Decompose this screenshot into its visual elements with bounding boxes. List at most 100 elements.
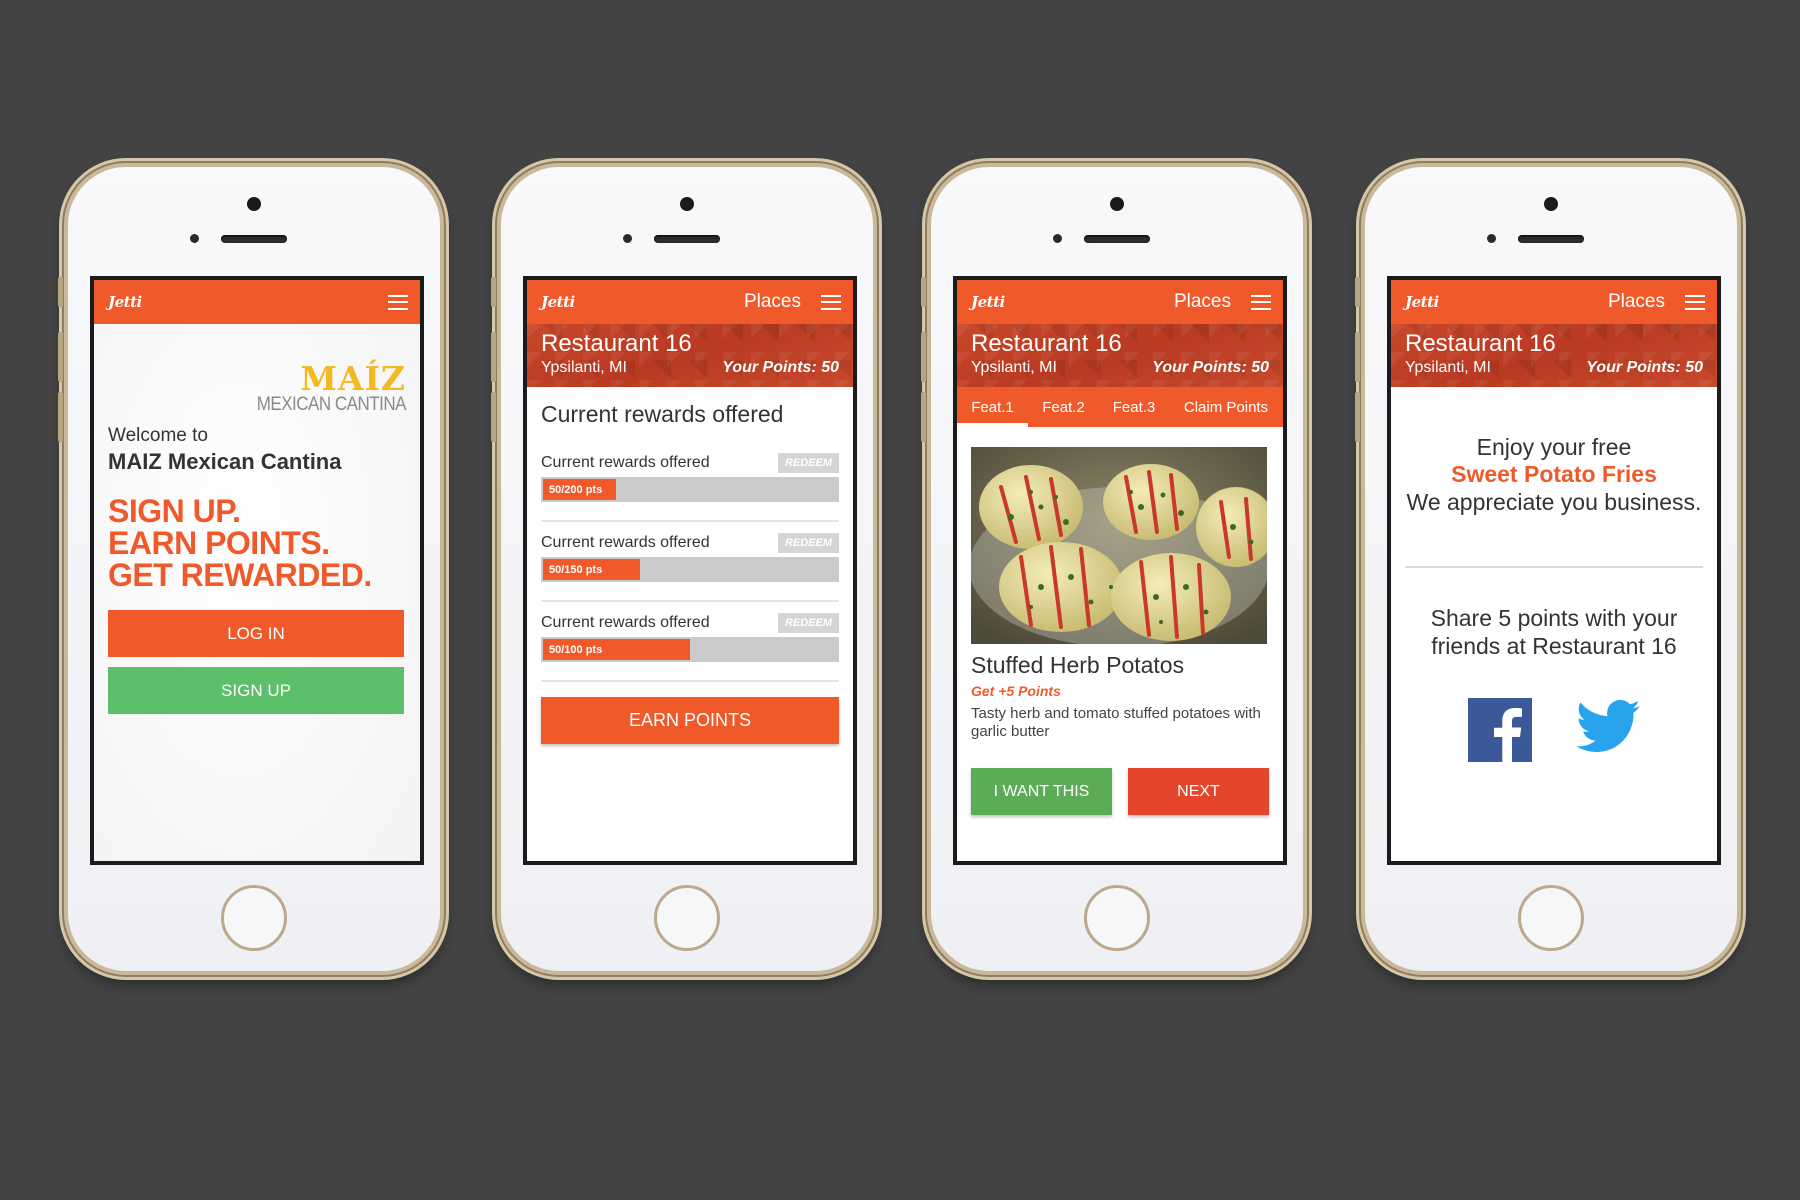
twitter-icon[interactable] <box>1576 698 1640 767</box>
redeem-button[interactable]: REDEEM <box>777 613 839 633</box>
reward-progress-bar: 50/200 pts <box>541 477 839 502</box>
hamburger-icon[interactable] <box>1685 294 1705 310</box>
phone-rewards: Jetti Places Restaurant 16 Ypsilanti, MI… <box>491 163 877 975</box>
restaurant-name: Restaurant 16 <box>1405 330 1556 357</box>
tab-feat-3[interactable]: Feat.3 <box>1099 387 1169 427</box>
restaurant-name: Restaurant 16 <box>971 330 1122 357</box>
dish-points: Get +5 Points <box>971 683 1061 699</box>
reward-item: Current rewards offered REDEEM 50/150 pt… <box>541 522 839 602</box>
reward-progress-fill: 50/200 pts <box>543 479 616 500</box>
screen-feature: Jetti Places Restaurant 16 Ypsilanti, MI… <box>953 276 1287 865</box>
dish-description: Tasty herb and tomato stuffed potatoes w… <box>971 705 1261 740</box>
home-button[interactable] <box>1518 885 1584 951</box>
slogan: SIGN UP. EARN POINTS. GET REWARDED. <box>108 495 372 591</box>
front-camera <box>680 197 694 211</box>
phone-feature: Jetti Places Restaurant 16 Ypsilanti, MI… <box>921 163 1307 975</box>
earpiece-speaker <box>1518 235 1584 243</box>
feature-body: Stuffed Herb Potatos Get +5 Points Tasty… <box>957 427 1283 815</box>
places-link[interactable]: Places <box>1174 291 1231 313</box>
earpiece-speaker <box>221 235 287 243</box>
screen-rewards: Jetti Places Restaurant 16 Ypsilanti, MI… <box>523 276 857 865</box>
thanks-line: We appreciate you business. <box>1406 489 1702 515</box>
earn-points-button[interactable]: EARN POINTS <box>541 697 839 744</box>
earpiece-speaker <box>1084 235 1150 243</box>
places-link[interactable]: Places <box>1608 291 1665 313</box>
redeem-button[interactable]: REDEEM <box>777 453 839 473</box>
jetti-logo[interactable]: Jetti <box>1405 293 1439 311</box>
welcome-line: Welcome to <box>108 425 208 446</box>
welcome-restaurant-name: MAIZ Mexican Cantina <box>108 449 342 474</box>
restaurant-logo-main: MAÍZ <box>300 359 406 398</box>
proximity-sensor <box>1053 234 1062 243</box>
restaurant-name: Restaurant 16 <box>541 330 692 357</box>
signup-button[interactable]: SIGN UP <box>108 667 404 714</box>
reward-progress-fill: 50/150 pts <box>543 559 641 580</box>
claim-body: Enjoy your free Sweet Potato Fries We ap… <box>1391 387 1717 767</box>
hamburger-icon[interactable] <box>1251 294 1271 310</box>
restaurant-header: Restaurant 16 Ypsilanti, MI Your Points:… <box>1391 324 1717 387</box>
front-camera <box>1544 197 1558 211</box>
reward-item: Current rewards offered REDEEM 50/200 pt… <box>541 442 839 522</box>
reward-progress-fill: 50/100 pts <box>543 639 690 660</box>
jetti-logo[interactable]: Jetti <box>108 293 142 311</box>
points-label: Your Points: 50 <box>1586 359 1703 376</box>
feature-tabs: Feat.1 Feat.2 Feat.3 Claim Points <box>957 387 1283 427</box>
tab-claim-points[interactable]: Claim Points <box>1169 387 1283 427</box>
rewards-body: Current rewards offered Current rewards … <box>527 387 853 744</box>
slogan-line: GET REWARDED. <box>108 557 372 593</box>
top-bar: Jetti Places <box>1391 280 1717 324</box>
i-want-this-button[interactable]: I WANT THIS <box>971 768 1112 815</box>
phone-login: Jetti MAÍZ MEXICAN CANTINA Welcome to MA… <box>58 163 444 975</box>
login-body: MAÍZ MEXICAN CANTINA Welcome to MAIZ Mex… <box>94 324 420 861</box>
hamburger-icon[interactable] <box>388 294 408 310</box>
proximity-sensor <box>190 234 199 243</box>
reward-progress-bar: 50/100 pts <box>541 637 839 662</box>
front-camera <box>1110 197 1124 211</box>
tab-feat-2[interactable]: Feat.2 <box>1028 387 1099 427</box>
slogan-line: EARN POINTS. <box>108 525 330 561</box>
welcome-text: Welcome to MAIZ Mexican Cantina <box>108 423 341 477</box>
facebook-icon[interactable] <box>1468 698 1532 767</box>
home-button[interactable] <box>221 885 287 951</box>
restaurant-header: Restaurant 16 Ypsilanti, MI Your Points:… <box>527 324 853 387</box>
proximity-sensor <box>1487 234 1496 243</box>
restaurant-header: Restaurant 16 Ypsilanti, MI Your Points:… <box>957 324 1283 387</box>
login-button[interactable]: LOG IN <box>108 610 404 657</box>
home-button[interactable] <box>654 885 720 951</box>
reward-item: Current rewards offered REDEEM 50/100 pt… <box>541 602 839 682</box>
earpiece-speaker <box>654 235 720 243</box>
slogan-line: SIGN UP. <box>108 493 241 529</box>
dish-photo <box>971 447 1267 644</box>
enjoy-line: Enjoy your free <box>1476 434 1632 460</box>
phone-claim: Jetti Places Restaurant 16 Ypsilanti, MI… <box>1355 163 1741 975</box>
dish-title: Stuffed Herb Potatos <box>971 652 1185 678</box>
top-bar: Jetti Places <box>527 280 853 324</box>
restaurant-location: Ypsilanti, MI <box>541 359 627 376</box>
screen-claim: Jetti Places Restaurant 16 Ypsilanti, MI… <box>1387 276 1721 865</box>
reward-label: Current rewards offered <box>541 614 710 631</box>
social-share <box>1405 698 1703 767</box>
points-label: Your Points: 50 <box>722 359 839 376</box>
reward-label: Current rewards offered <box>541 534 710 551</box>
reward-progress-bar: 50/150 pts <box>541 557 839 582</box>
points-label: Your Points: 50 <box>1152 359 1269 376</box>
restaurant-logo-sub: MEXICAN CANTINA <box>256 392 407 415</box>
restaurant-location: Ypsilanti, MI <box>1405 359 1491 376</box>
proximity-sensor <box>623 234 632 243</box>
places-link[interactable]: Places <box>744 291 801 313</box>
next-button[interactable]: NEXT <box>1128 768 1269 815</box>
restaurant-logo: MAÍZ MEXICAN CANTINA <box>256 359 407 415</box>
share-line: Share 5 points with your <box>1430 605 1678 631</box>
top-bar: Jetti Places <box>957 280 1283 324</box>
restaurant-location: Ypsilanti, MI <box>971 359 1057 376</box>
redeem-button[interactable]: REDEEM <box>777 533 839 553</box>
share-line: friends at Restaurant 16 <box>1431 633 1677 659</box>
reward-label: Current rewards offered <box>541 454 710 471</box>
home-button[interactable] <box>1084 885 1150 951</box>
jetti-logo[interactable]: Jetti <box>971 293 1005 311</box>
jetti-logo[interactable]: Jetti <box>541 293 575 311</box>
free-item: Sweet Potato Fries <box>1451 461 1657 487</box>
tab-feat-1[interactable]: Feat.1 <box>957 387 1028 427</box>
divider <box>1405 566 1703 568</box>
hamburger-icon[interactable] <box>821 294 841 310</box>
